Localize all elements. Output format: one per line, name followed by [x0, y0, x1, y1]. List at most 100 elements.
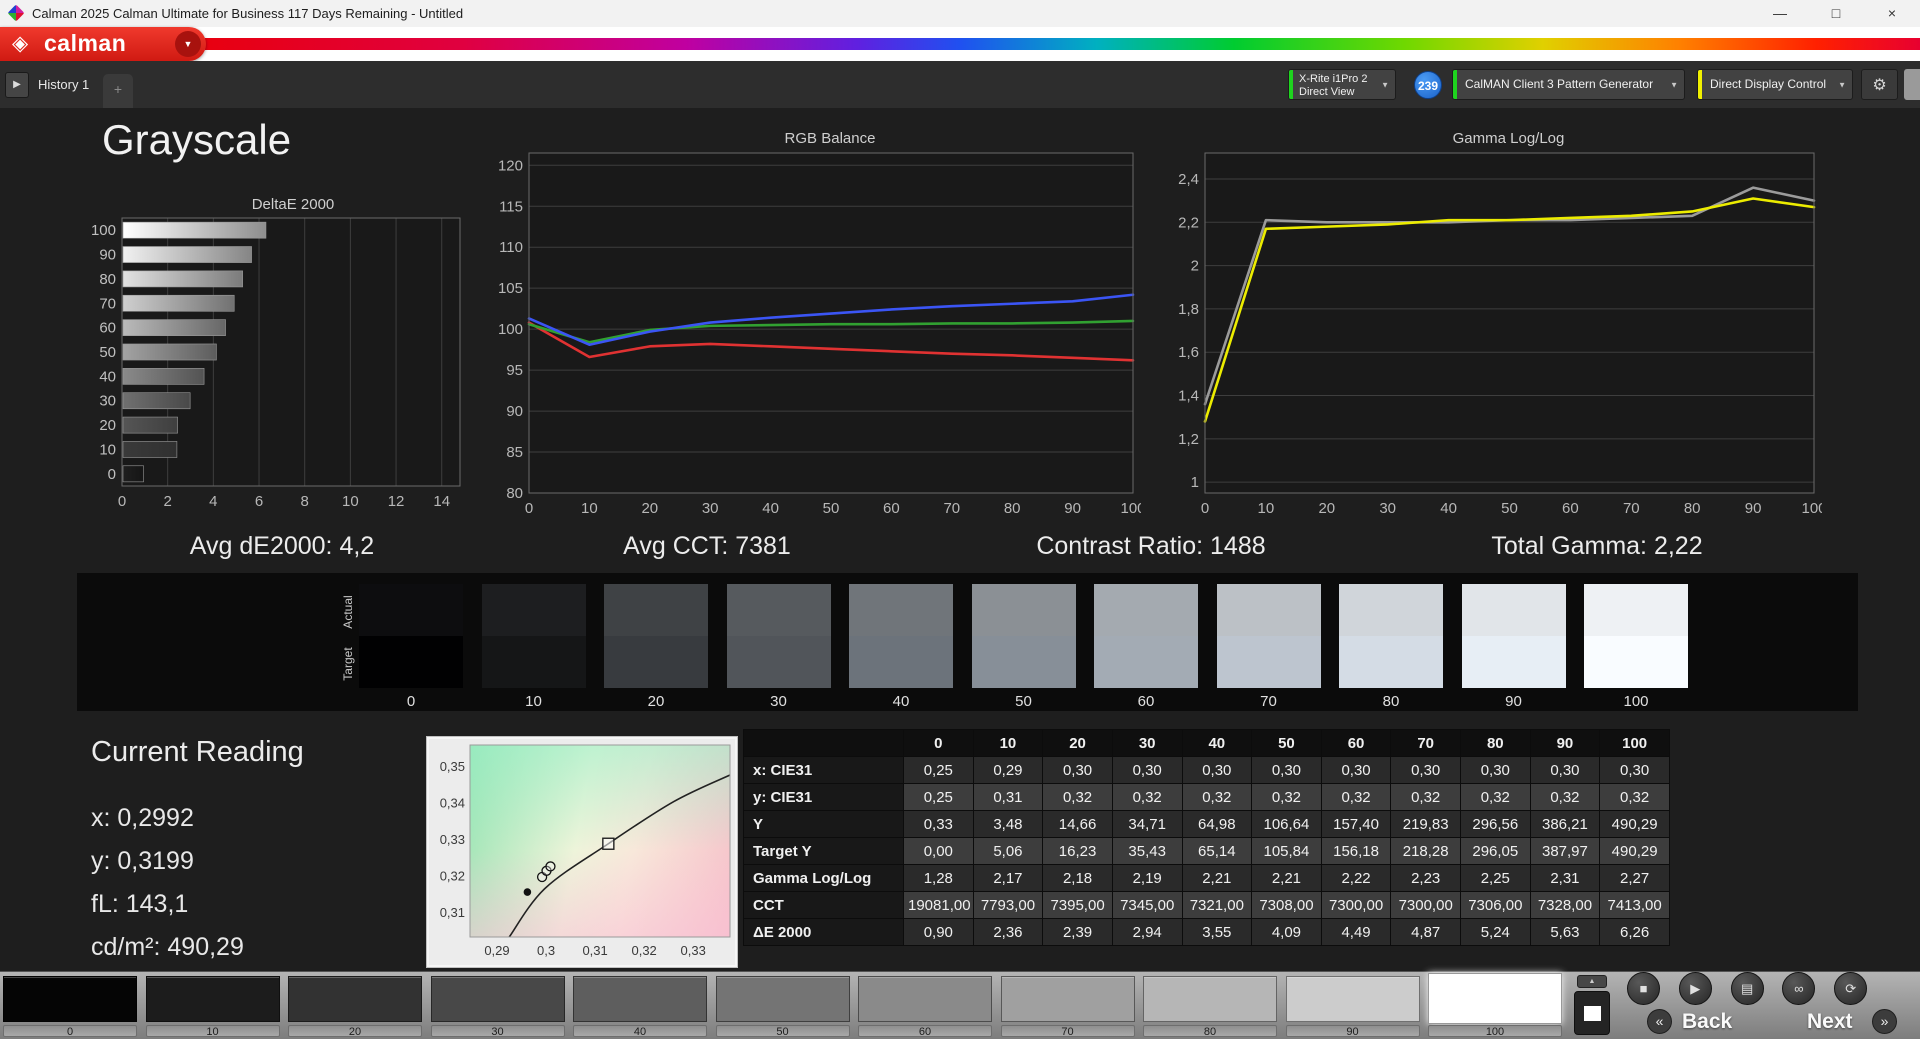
svg-text:0,33: 0,33 — [681, 943, 706, 958]
pattern-patch-70[interactable] — [1000, 976, 1135, 1022]
svg-text:2: 2 — [164, 493, 172, 510]
titlebar: Calman 2025 Calman Ultimate for Business… — [0, 0, 1920, 27]
table-cell: 0,30 — [1181, 756, 1253, 784]
gamma-plot: 1 1,2 1,4 1,6 1,8 2 2,2 2,4 0 10 20 30 40 50 60 70 80 90 1… — [1167, 150, 1827, 522]
swatch-80 — [1339, 584, 1443, 688]
display-control-dropdown[interactable]: Direct Display Control ▼ — [1697, 69, 1853, 100]
table-row-label: CCT — [743, 891, 904, 919]
table-cell: 0,90 — [903, 918, 974, 946]
svg-text:80: 80 — [1004, 500, 1021, 517]
measurement-table: 0 10 20 30 40 50 60 70 80 90 100 x: CIE31 0,25 0,29 0,… — [743, 729, 1670, 955]
pattern-patch-40[interactable] — [573, 976, 707, 1022]
cie-plot: 0,29 0,3 0,31 0,32 0,33 0,31 0,32 0,33 0,34 0,35 — [427, 737, 737, 967]
pattern-window-button[interactable] — [1574, 991, 1610, 1035]
table-cell: 0,29 — [972, 756, 1044, 784]
main-content: Grayscale DeltaE 2000 0 2 4 6 8 10 12 14 100 90 80… — [0, 108, 1920, 971]
table-row: Gamma Log/Log 1,28 2,17 2,18 2,19 2,21 2,21 2,2… — [743, 864, 1670, 892]
pattern-patch-50[interactable] — [715, 976, 850, 1022]
meter-count-badge[interactable]: 239 — [1414, 71, 1442, 99]
svg-text:10: 10 — [99, 441, 116, 458]
minimize-button[interactable]: — — [1752, 0, 1808, 27]
back-chevron-button[interactable]: « — [1647, 1009, 1672, 1034]
pattern-patch-label[interactable]: 100 — [1428, 1025, 1562, 1038]
pattern-generator-dropdown[interactable]: CalMAN Client 3 Pattern Generator ▼ — [1452, 69, 1685, 100]
app-logo-icon — [7, 4, 25, 22]
pattern-patch-label[interactable]: 20 — [288, 1025, 422, 1038]
table-cell: 2,21 — [1181, 864, 1253, 892]
stop-button[interactable]: ■ — [1627, 972, 1660, 1005]
table-cell: 7308,00 — [1251, 891, 1322, 919]
chevron-down-icon: ▼ — [1670, 80, 1678, 89]
swatch-0 — [359, 584, 463, 688]
link-button[interactable]: ∞ — [1782, 972, 1816, 1005]
toolbar-overflow-button[interactable] — [1904, 69, 1920, 100]
display-status-indicator — [1698, 70, 1702, 99]
close-button[interactable]: × — [1864, 0, 1920, 27]
history-panel-toggle[interactable]: ▶ — [5, 72, 29, 98]
table-cell: 2,36 — [972, 918, 1044, 946]
calman-logo-button[interactable]: ◈ calman ▼ — [0, 27, 206, 61]
pattern-bar-expand-button[interactable]: ▲ — [1577, 975, 1607, 988]
svg-text:1,6: 1,6 — [1178, 344, 1199, 361]
table-cell: 2,18 — [1042, 864, 1113, 892]
table-cell: 0,30 — [1390, 756, 1461, 784]
next-chevron-button[interactable]: » — [1872, 1009, 1897, 1034]
pattern-patch-80[interactable] — [1143, 976, 1277, 1022]
tab-history-1[interactable]: History 1 — [38, 61, 89, 108]
logo-menu-button[interactable]: ▼ — [175, 31, 201, 57]
table-cell: 4,09 — [1251, 918, 1322, 946]
chevron-down-icon: ▼ — [1838, 80, 1846, 89]
report-button[interactable]: ▤ — [1730, 972, 1764, 1005]
pattern-patch-30[interactable] — [430, 976, 565, 1022]
refresh-button[interactable]: ⟳ — [1834, 972, 1868, 1005]
add-layout-tab-button[interactable]: + — [103, 74, 133, 108]
table-cell: 7413,00 — [1599, 891, 1670, 919]
table-column-header: 50 — [1251, 729, 1322, 757]
pattern-patch-label[interactable]: 60 — [858, 1025, 992, 1038]
pattern-patch-20[interactable] — [288, 976, 422, 1022]
swatch-target-color — [726, 636, 831, 688]
svg-text:1,8: 1,8 — [1178, 301, 1199, 318]
table-cell: 0,30 — [1111, 756, 1183, 784]
swatch-level-label: 90 — [1505, 693, 1522, 710]
display-control-label: Direct Display Control — [1710, 77, 1827, 91]
table-cell: 0,25 — [903, 756, 974, 784]
meter-dropdown[interactable]: X-Rite i1Pro 2 Direct View ▼ — [1288, 69, 1396, 100]
swatch-level-label: 40 — [892, 693, 910, 710]
pattern-status-indicator — [1453, 70, 1457, 99]
pattern-patch-10[interactable] — [145, 976, 280, 1022]
swatch-actual-color — [726, 584, 831, 636]
rainbow-strip — [205, 38, 1920, 50]
pattern-patch-0[interactable] — [3, 976, 137, 1022]
pattern-patch-label[interactable]: 40 — [573, 1025, 707, 1038]
pattern-patch-label[interactable]: 30 — [430, 1025, 565, 1038]
table-column-header: 10 — [972, 729, 1044, 757]
pattern-patch-label[interactable]: 90 — [1285, 1025, 1420, 1038]
table-cell: 0,30 — [1529, 756, 1601, 784]
pattern-patch-label[interactable]: 80 — [1143, 1025, 1277, 1038]
svg-text:40: 40 — [99, 368, 116, 385]
pattern-patch-label[interactable]: 70 — [1000, 1025, 1135, 1038]
back-button[interactable]: Back — [1682, 1010, 1732, 1034]
next-button[interactable]: Next — [1807, 1010, 1853, 1034]
pattern-patch-90[interactable] — [1285, 976, 1420, 1022]
svg-text:0,31: 0,31 — [440, 905, 465, 920]
pattern-patch-60[interactable] — [858, 976, 992, 1022]
pattern-patch-label[interactable]: 0 — [3, 1025, 137, 1038]
meter-name: X-Rite i1Pro 2 — [1299, 73, 1368, 85]
svg-text:0,35: 0,35 — [440, 759, 465, 774]
pattern-patch-100[interactable] — [1428, 973, 1562, 1024]
maximize-button[interactable]: □ — [1808, 0, 1864, 27]
swatch-actual-color — [359, 584, 463, 636]
pattern-patch-label[interactable]: 10 — [145, 1025, 280, 1038]
svg-text:70: 70 — [99, 295, 116, 312]
table-cell: 296,05 — [1460, 837, 1531, 865]
pattern-patch-label[interactable]: 50 — [715, 1025, 850, 1038]
swatch-90 — [1461, 584, 1566, 688]
svg-text:2,4: 2,4 — [1178, 171, 1199, 188]
svg-text:0,29: 0,29 — [484, 943, 509, 958]
table-cell: 2,27 — [1599, 864, 1670, 892]
play-button[interactable]: ▶ — [1678, 972, 1712, 1005]
table-column-header: 100 — [1599, 729, 1670, 757]
settings-button[interactable]: ⚙ — [1861, 69, 1898, 100]
